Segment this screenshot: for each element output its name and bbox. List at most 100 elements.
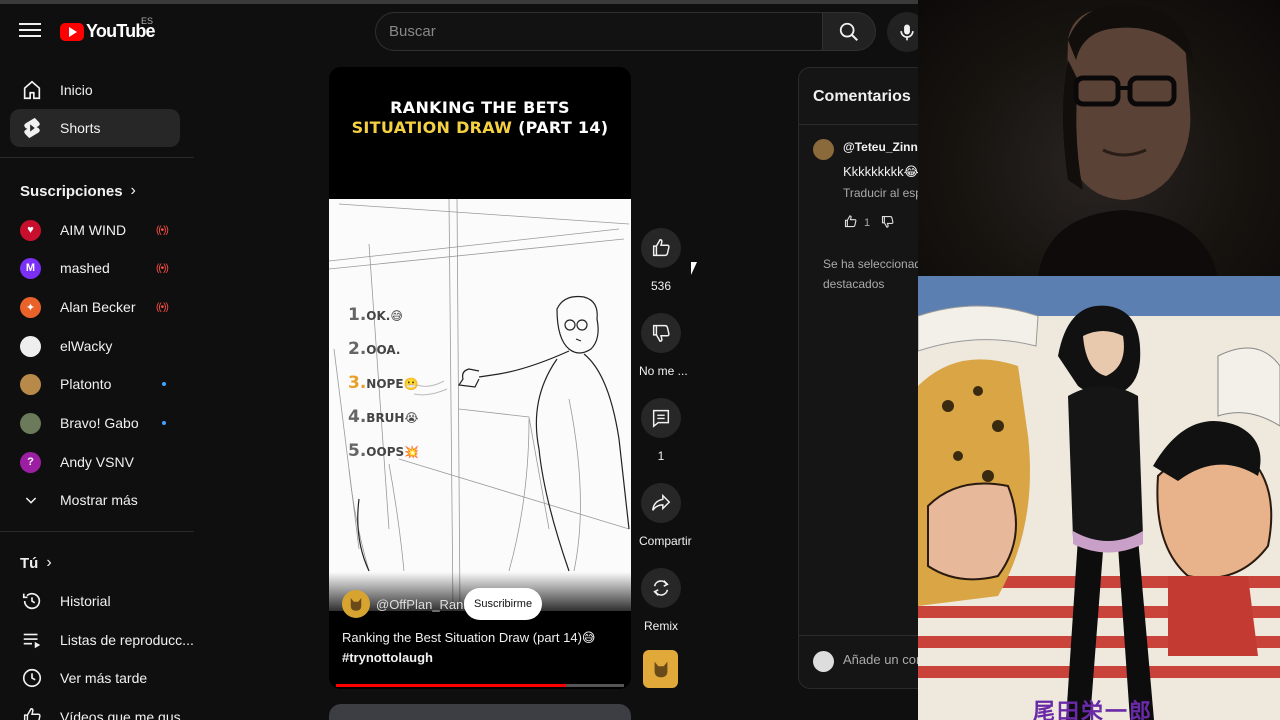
you-header[interactable]: Tú › <box>20 554 52 572</box>
note-line-1: Se ha seleccionad <box>823 257 918 271</box>
sketch-drawing: 1.OK.😅 2.OOA. 3.NOPE😬 4.BRUH😭 5.OOPS💥 <box>329 198 631 612</box>
channel-avatar <box>20 335 41 357</box>
webcam-overlay <box>918 0 1280 276</box>
ranking-number: 4. <box>348 407 367 427</box>
comment-username: @Teteu_Zinn <box>843 140 918 154</box>
description-text: Ranking the Best Situation Draw (part 14… <box>342 630 596 645</box>
add-comment-input[interactable]: Añade un com <box>843 652 918 667</box>
cat-icon <box>654 661 667 678</box>
country-code: ES <box>141 16 154 26</box>
remix-button[interactable] <box>641 568 681 608</box>
show-more-button[interactable]: Mostrar más <box>10 481 180 519</box>
comments-title: Comentarios <box>813 88 911 105</box>
ranking-text: OOA. <box>366 343 401 357</box>
sidebar-item-label: Historial <box>60 593 111 609</box>
channel-avatar <box>20 412 41 434</box>
subscription-item[interactable]: ✦ Alan Becker ((•)) <box>10 288 180 326</box>
subscription-item[interactable]: Platonto <box>10 365 180 403</box>
translate-link[interactable]: Traducir al esp <box>843 186 918 200</box>
short-description[interactable]: Ranking the Best Situation Draw (part 14… <box>342 628 622 668</box>
dislike-button[interactable] <box>641 313 681 353</box>
subscription-label: Bravo! Gabo <box>60 415 139 431</box>
next-short-preview[interactable] <box>329 704 631 720</box>
comment-like-button[interactable] <box>843 214 858 232</box>
hamburger-menu-icon[interactable] <box>17 20 43 44</box>
comment-text: Kkkkkkkkk😂 <box>843 164 918 179</box>
subscription-label: AIM WIND <box>60 222 127 238</box>
hashtag-link[interactable]: #trynottolaugh <box>342 648 622 668</box>
home-icon <box>20 78 44 102</box>
subscription-label: mashed <box>60 260 110 276</box>
channel-avatar <box>20 373 41 395</box>
comments-button[interactable] <box>641 398 681 438</box>
subscription-item[interactable]: Bravo! Gabo <box>10 404 180 442</box>
comment-dislike-button[interactable] <box>880 214 895 232</box>
short-title: RANKING THE BETS SITUATION DRAW (PART 14… <box>329 98 631 138</box>
commenter-avatar[interactable] <box>813 139 834 160</box>
history-icon <box>20 589 44 613</box>
thumbs-down-icon <box>652 324 670 342</box>
share-label: Compartir <box>639 534 692 548</box>
chevron-right-icon: › <box>46 554 52 571</box>
shorts-icon <box>20 116 44 140</box>
search-input[interactable] <box>376 13 823 50</box>
share-action: Compartir <box>639 483 692 548</box>
search-button[interactable] <box>822 12 876 51</box>
channel-avatar: ♥ <box>20 219 41 241</box>
remix-action: Remix <box>639 568 683 633</box>
video-progress-bar[interactable] <box>336 684 624 687</box>
subscription-label: Alan Becker <box>60 299 136 315</box>
live-indicator-icon: ((•)) <box>156 262 169 274</box>
like-button[interactable] <box>641 228 681 268</box>
sidebar-item-historial[interactable]: Historial <box>10 582 180 620</box>
subscriptions-header[interactable]: Suscripciones › <box>20 182 136 200</box>
manga-cover-image: 尾田栄一郎 <box>918 276 1280 720</box>
manga-author-text: 尾田栄一郎 <box>1033 700 1154 720</box>
ranking-item: 2.OOA. <box>348 333 419 367</box>
note-line-2: destacados <box>823 277 885 291</box>
live-indicator-icon: ((•)) <box>156 301 169 313</box>
sidebar-item-label: Ver más tarde <box>60 670 148 686</box>
subscription-label: elWacky <box>60 338 113 354</box>
sidebar-divider <box>0 157 194 158</box>
new-content-dot <box>162 382 166 386</box>
short-title-rest: (PART 14) <box>518 118 609 137</box>
dislike-label: No me ... <box>639 364 688 378</box>
short-video-player[interactable]: RANKING THE BETS SITUATION DRAW (PART 14… <box>329 67 631 689</box>
sidebar-item-liked-videos[interactable]: Vídeos que me gus... <box>10 698 192 720</box>
voice-search-button[interactable] <box>887 12 918 52</box>
subscribe-button[interactable]: Suscribirme <box>464 588 543 620</box>
live-indicator-icon: ((•)) <box>156 224 169 236</box>
sidebar-item-playlists[interactable]: Listas de reproducc... <box>10 621 194 659</box>
subscription-item[interactable]: elWacky <box>10 327 180 365</box>
thumbs-down-icon <box>882 215 894 228</box>
thumbs-up-icon <box>844 215 857 228</box>
sidebar-item-shorts[interactable]: Shorts <box>10 109 180 147</box>
short-title-line1: RANKING THE BETS <box>390 98 570 117</box>
sidebar-item-label: Shorts <box>60 120 101 136</box>
channel-avatar: ? <box>20 451 41 473</box>
mouse-cursor-icon <box>691 262 697 275</box>
comment-author[interactable]: @Teteu_Zinnha <box>843 140 918 154</box>
subscription-label: Platonto <box>60 376 112 392</box>
sidebar-item-label: Inicio <box>60 82 93 98</box>
sidebar-item-watch-later[interactable]: Ver más tarde <box>10 659 180 697</box>
youtube-window: YouTube ES Inicio Shorts Suscripciones ›… <box>0 0 918 720</box>
subscription-item[interactable]: ? Andy VSNV <box>10 443 180 481</box>
comment-actions: 1 <box>843 214 895 232</box>
channel-avatar: ✦ <box>20 296 41 318</box>
channel-avatar[interactable] <box>342 590 370 618</box>
comment-like-count: 1 <box>864 217 871 229</box>
share-button[interactable] <box>641 483 681 523</box>
audio-source-thumbnail[interactable] <box>643 650 678 688</box>
top-strip <box>0 0 918 4</box>
subscription-item[interactable]: M mashed ((•)) <box>10 249 180 287</box>
sidebar-item-label: Listas de reproducc... <box>60 632 194 648</box>
comments-header: Comentarios1 <box>813 88 918 106</box>
channel-name[interactable]: @OffPlan_Rank <box>376 597 470 612</box>
playlists-icon <box>20 628 44 652</box>
like-action: 536 <box>639 228 683 293</box>
comment-count: 1 <box>657 449 665 463</box>
sidebar-item-inicio[interactable]: Inicio <box>10 71 180 109</box>
subscription-item[interactable]: ♥ AIM WIND ((•)) <box>10 211 180 249</box>
